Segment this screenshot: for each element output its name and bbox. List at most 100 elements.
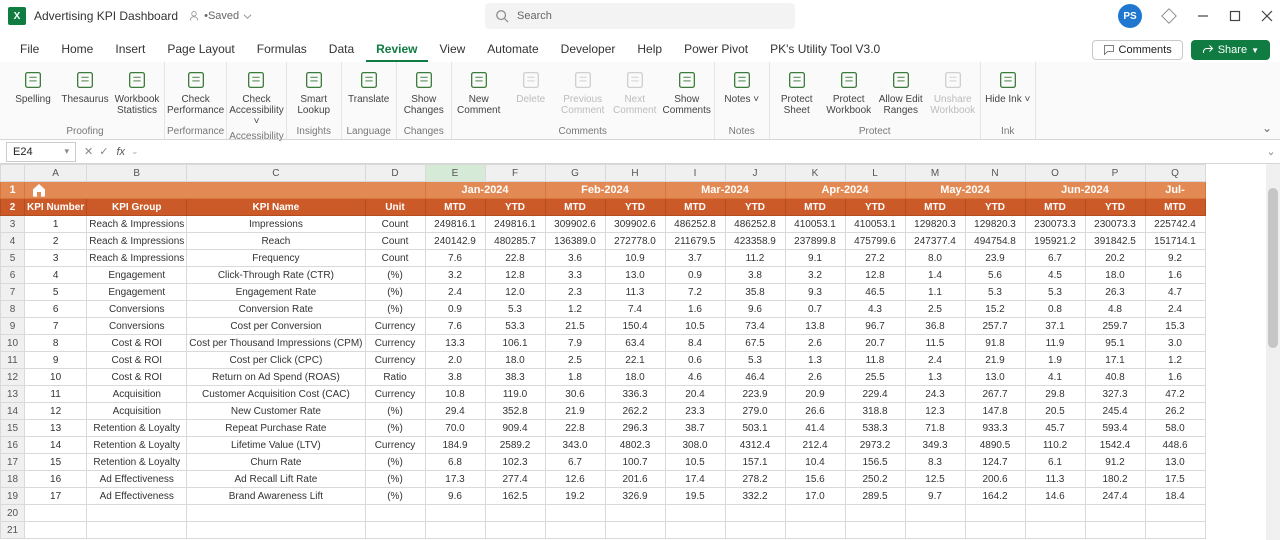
cell[interactable]: 70.0 bbox=[425, 420, 485, 437]
cell[interactable]: 593.4 bbox=[1085, 420, 1145, 437]
cell[interactable]: Cost & ROI bbox=[87, 335, 187, 352]
cell[interactable]: 11.8 bbox=[845, 352, 905, 369]
cell[interactable]: Currency bbox=[365, 335, 425, 352]
accept-formula-icon[interactable]: ✓ bbox=[99, 145, 108, 158]
col-header-H[interactable]: H bbox=[605, 165, 665, 182]
cell[interactable]: 2.6 bbox=[785, 369, 845, 386]
cell[interactable]: 53.3 bbox=[485, 318, 545, 335]
cell[interactable]: 1.1 bbox=[905, 284, 965, 301]
ribbon-thesaurus[interactable]: Thesaurus bbox=[60, 66, 110, 118]
cell[interactable]: 100.7 bbox=[605, 454, 665, 471]
cell[interactable]: 4.6 bbox=[665, 369, 725, 386]
cell[interactable]: 494754.8 bbox=[965, 233, 1025, 250]
cell[interactable]: 343.0 bbox=[545, 437, 605, 454]
cell[interactable]: Engagement bbox=[87, 284, 187, 301]
cell[interactable]: 6.8 bbox=[425, 454, 485, 471]
cell[interactable]: 15.2 bbox=[965, 301, 1025, 318]
cell[interactable]: 4802.3 bbox=[605, 437, 665, 454]
cell[interactable]: 7 bbox=[25, 318, 87, 335]
col-header-C[interactable]: C bbox=[187, 165, 365, 182]
ribbon-protect-workbook[interactable]: Protect Workbook bbox=[824, 66, 874, 118]
cell[interactable]: 63.4 bbox=[605, 335, 665, 352]
cell[interactable]: 289.5 bbox=[845, 488, 905, 505]
cell[interactable] bbox=[785, 505, 845, 522]
tab-home[interactable]: Home bbox=[51, 36, 103, 62]
cell[interactable]: 2.3 bbox=[545, 284, 605, 301]
tab-developer[interactable]: Developer bbox=[551, 36, 626, 62]
name-box[interactable]: E24▾ bbox=[6, 142, 76, 162]
cell[interactable]: 6.7 bbox=[545, 454, 605, 471]
cell[interactable]: Frequency bbox=[187, 250, 365, 267]
row-header-6[interactable]: 6 bbox=[1, 267, 25, 284]
cell[interactable]: 95.1 bbox=[1085, 335, 1145, 352]
cell[interactable]: 21.5 bbox=[545, 318, 605, 335]
cell[interactable]: 212.4 bbox=[785, 437, 845, 454]
cell[interactable] bbox=[785, 522, 845, 539]
cell[interactable]: 4312.4 bbox=[725, 437, 785, 454]
cell[interactable]: 7.4 bbox=[605, 301, 665, 318]
tab-file[interactable]: File bbox=[10, 36, 49, 62]
col-header-B[interactable]: B bbox=[87, 165, 187, 182]
cell[interactable]: Cost per Conversion bbox=[187, 318, 365, 335]
ribbon-show-comments[interactable]: Show Comments bbox=[662, 66, 712, 118]
cell[interactable]: Repeat Purchase Rate bbox=[187, 420, 365, 437]
cell[interactable]: 46.4 bbox=[725, 369, 785, 386]
cell[interactable] bbox=[545, 522, 605, 539]
diamond-icon[interactable] bbox=[1160, 7, 1178, 25]
cell[interactable]: 12.8 bbox=[485, 267, 545, 284]
cell[interactable]: 4.1 bbox=[1025, 369, 1085, 386]
cell[interactable]: 272778.0 bbox=[605, 233, 665, 250]
cell[interactable]: 201.6 bbox=[605, 471, 665, 488]
ribbon-new-comment[interactable]: New Comment bbox=[454, 66, 504, 118]
cell[interactable]: 296.3 bbox=[605, 420, 665, 437]
cell[interactable]: 23.9 bbox=[965, 250, 1025, 267]
cell[interactable]: 2.6 bbox=[785, 335, 845, 352]
tab-review[interactable]: Review bbox=[366, 36, 427, 62]
home-icon-cell[interactable] bbox=[25, 182, 426, 199]
cell[interactable]: 21.9 bbox=[965, 352, 1025, 369]
cell[interactable]: 1542.4 bbox=[1085, 437, 1145, 454]
col-header-A[interactable]: A bbox=[25, 165, 87, 182]
cell[interactable]: 309902.6 bbox=[545, 216, 605, 233]
cell[interactable]: 2.5 bbox=[905, 301, 965, 318]
cell[interactable]: 15 bbox=[25, 454, 87, 471]
cell[interactable]: 22.8 bbox=[545, 420, 605, 437]
cell[interactable]: 14.6 bbox=[1025, 488, 1085, 505]
cell[interactable]: 6 bbox=[25, 301, 87, 318]
cell[interactable]: 11 bbox=[25, 386, 87, 403]
cell[interactable]: 1.8 bbox=[545, 369, 605, 386]
cell[interactable]: (%) bbox=[365, 488, 425, 505]
cell[interactable]: 18.0 bbox=[1085, 267, 1145, 284]
cell[interactable]: Cost per Click (CPC) bbox=[187, 352, 365, 369]
row-header-16[interactable]: 16 bbox=[1, 437, 25, 454]
cell[interactable]: Currency bbox=[365, 318, 425, 335]
cell[interactable] bbox=[665, 505, 725, 522]
cell[interactable]: 8 bbox=[25, 335, 87, 352]
cell[interactable]: 17.3 bbox=[425, 471, 485, 488]
cell[interactable]: 10 bbox=[25, 369, 87, 386]
cell[interactable]: 250.2 bbox=[845, 471, 905, 488]
cell[interactable]: 10.5 bbox=[665, 318, 725, 335]
cell[interactable]: Reach & Impressions bbox=[87, 233, 187, 250]
cell[interactable]: 200.6 bbox=[965, 471, 1025, 488]
cell[interactable]: 10.5 bbox=[665, 454, 725, 471]
cell[interactable]: 119.0 bbox=[485, 386, 545, 403]
ribbon-show-changes[interactable]: Show Changes bbox=[399, 66, 449, 118]
cell[interactable]: 0.6 bbox=[665, 352, 725, 369]
tab-data[interactable]: Data bbox=[319, 36, 364, 62]
cell[interactable]: 486252.8 bbox=[725, 216, 785, 233]
cell[interactable]: 475799.6 bbox=[845, 233, 905, 250]
col-header-N[interactable]: N bbox=[965, 165, 1025, 182]
cell[interactable]: Conversions bbox=[87, 301, 187, 318]
cell[interactable]: 91.2 bbox=[1085, 454, 1145, 471]
cell[interactable]: 12 bbox=[25, 403, 87, 420]
cell[interactable] bbox=[187, 505, 365, 522]
cell[interactable] bbox=[485, 522, 545, 539]
cell[interactable]: 184.9 bbox=[425, 437, 485, 454]
cell[interactable]: 3 bbox=[25, 250, 87, 267]
cell[interactable]: 9 bbox=[25, 352, 87, 369]
cell[interactable]: 1.3 bbox=[785, 352, 845, 369]
cell[interactable]: 410053.1 bbox=[785, 216, 845, 233]
cell[interactable]: 11.5 bbox=[905, 335, 965, 352]
cell[interactable]: 38.7 bbox=[665, 420, 725, 437]
